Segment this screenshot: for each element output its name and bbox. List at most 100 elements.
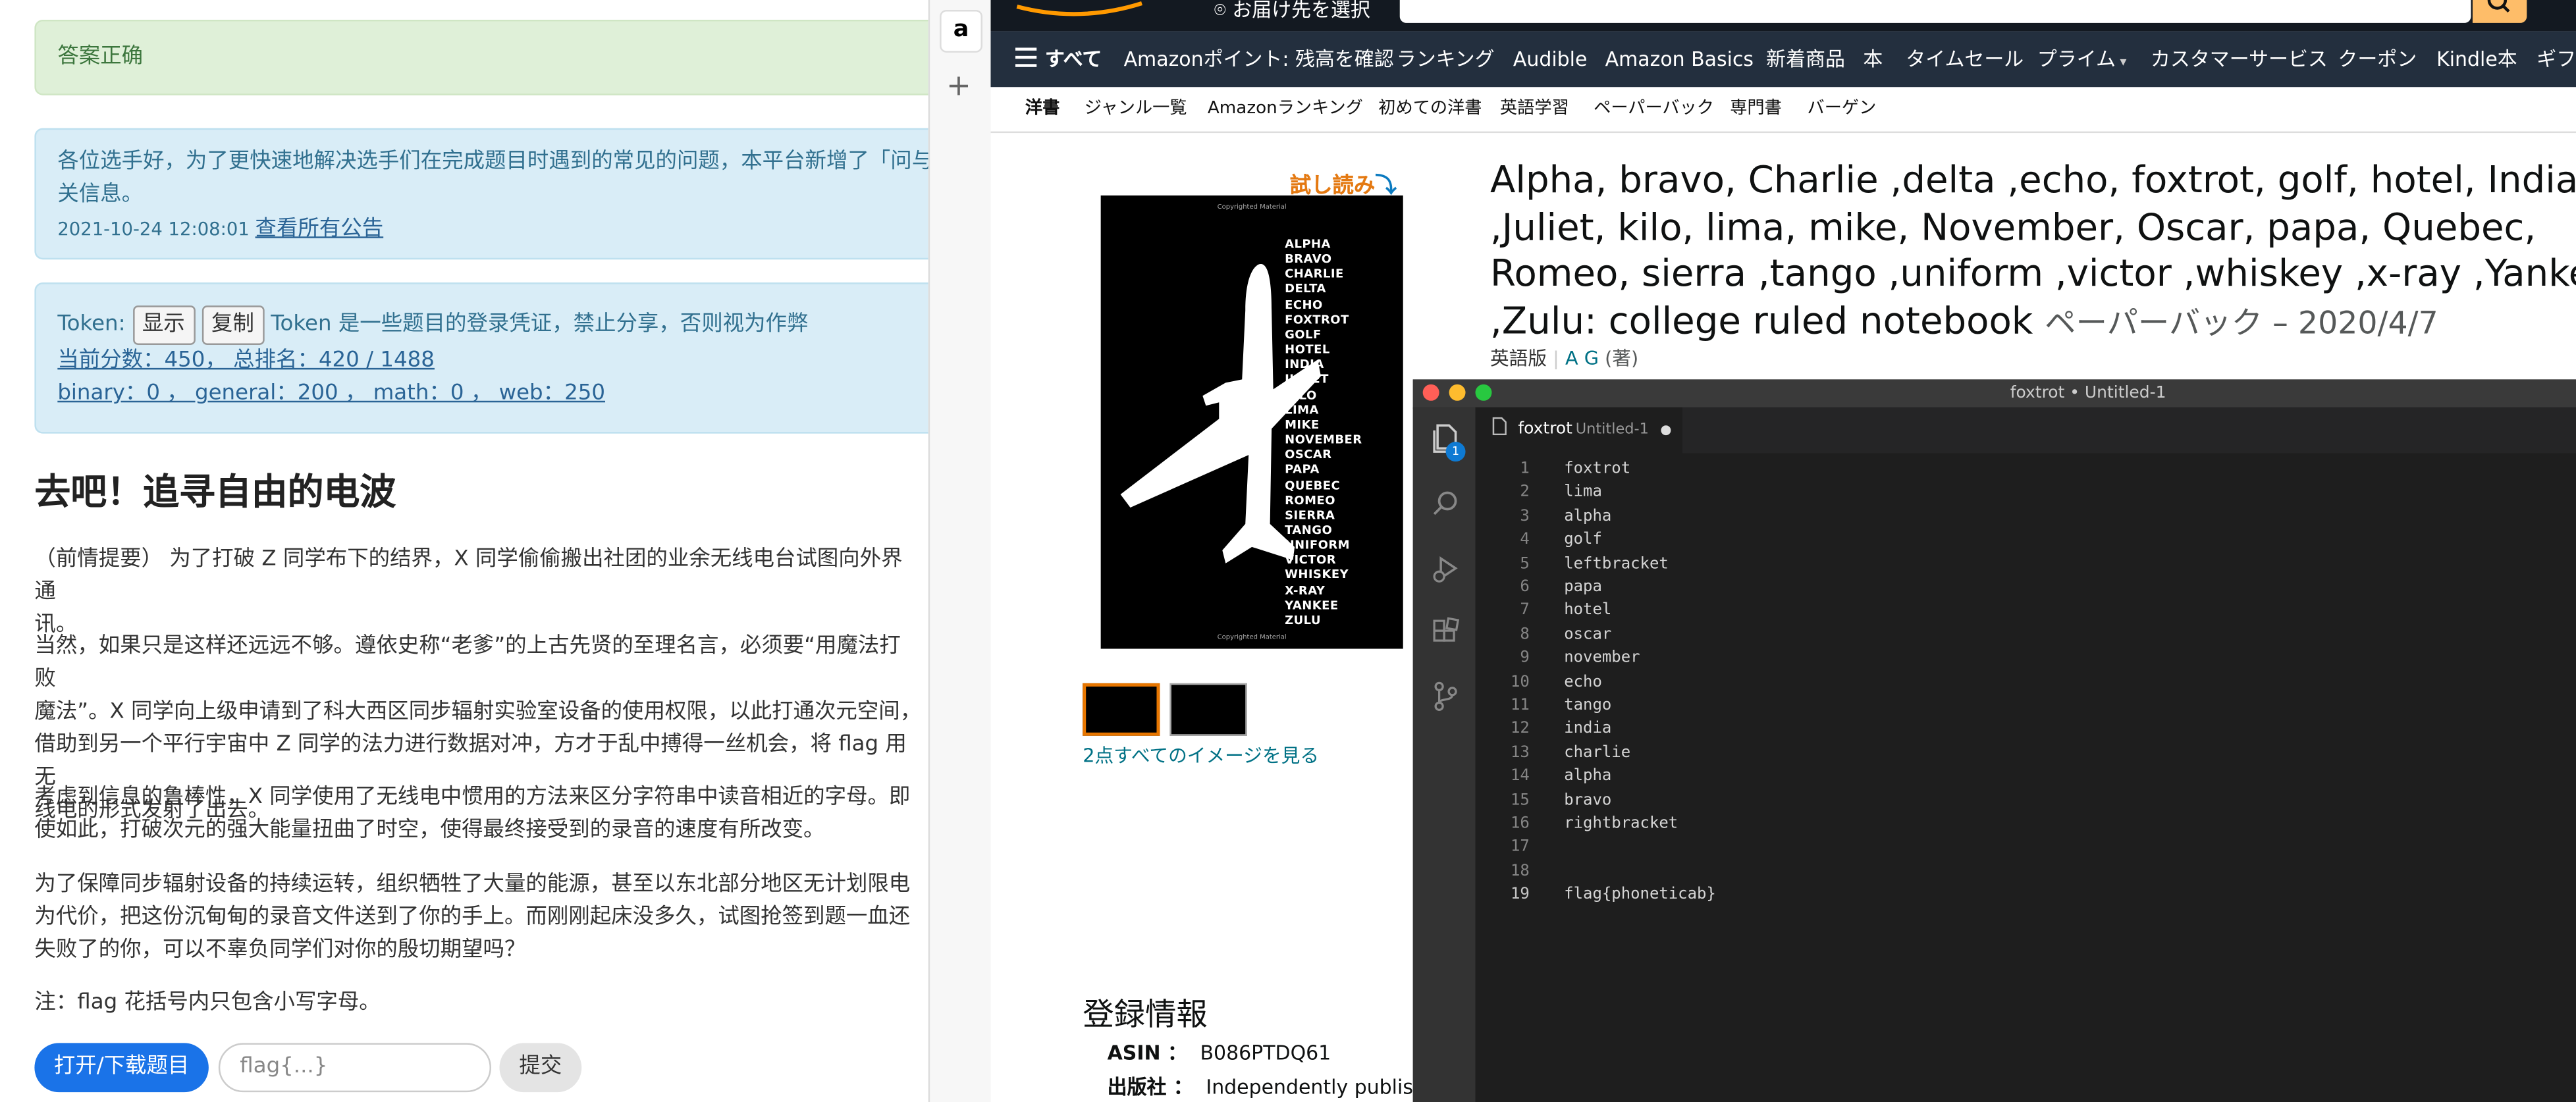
show-token-button[interactable]: 显示 bbox=[132, 305, 195, 345]
registration-info-heading: 登録情報 bbox=[1083, 997, 1208, 1034]
para-line: 失败了的你，可以不辜负同学们对你的殷切期望吗？ bbox=[34, 937, 526, 963]
unsaved-badge: 1 bbox=[1445, 442, 1466, 462]
nav-customer-service[interactable]: カスタマーサービス bbox=[2151, 31, 2328, 87]
nav-ranking[interactable]: ランキング bbox=[1397, 31, 1495, 87]
copy-token-button[interactable]: 复制 bbox=[201, 305, 264, 345]
thumbnail-2[interactable] bbox=[1169, 683, 1247, 736]
line-number: 3 bbox=[1520, 507, 1530, 525]
line-number: 6 bbox=[1520, 578, 1530, 596]
submit-button[interactable]: 提交 bbox=[499, 1043, 582, 1093]
notice-text: 各位选手好，为了更快速地解决选手们在完成题目时遇到的常见的问题，本平台新增了「问… bbox=[57, 149, 928, 174]
amazon-logo[interactable] bbox=[1013, 0, 1178, 26]
amazon-tab-icon[interactable]: a bbox=[940, 9, 983, 53]
asin-label: ASIN ： bbox=[1107, 1041, 1187, 1064]
code-line[interactable]: november bbox=[1564, 649, 1640, 667]
line-number: 9 bbox=[1520, 648, 1530, 668]
subnav-bargain[interactable]: バーゲン bbox=[1807, 87, 1876, 131]
cover-word: FOXTROT bbox=[1285, 311, 1349, 327]
all-notices-link[interactable]: 查看所有公告 bbox=[255, 217, 384, 241]
subnav-genres[interactable]: ジャンル一覧 bbox=[1085, 87, 1187, 131]
category-scores-link[interactable]: binary：0 ， general：200 ， math：0 ， web：25… bbox=[57, 378, 928, 411]
download-challenge-button[interactable]: 打开/下载题目 bbox=[34, 1043, 209, 1093]
code-line[interactable]: golf bbox=[1564, 531, 1602, 548]
cover-word: YANKEE bbox=[1285, 597, 1339, 613]
para-line: 考虑到信息的鲁棒性，X 同学使用了无线电中惯用的方法来区分字符串中读音相近的字母… bbox=[34, 785, 911, 810]
try-read-link[interactable]: 試し読み⤵ bbox=[1290, 167, 1397, 198]
nav-timesale[interactable]: タイムセール bbox=[1906, 31, 2024, 87]
cover-word: UNIFORM bbox=[1285, 537, 1350, 552]
code-line[interactable]: oscar bbox=[1564, 625, 1611, 643]
code-line[interactable]: flag{phoneticab} bbox=[1564, 885, 1716, 903]
code-area[interactable]: 1 foxtrot 2 lima 3 alpha 4 golf 5 leftbracket 6 pap… bbox=[1476, 454, 2576, 1102]
asin-row: ASIN ： B086PTDQ61 bbox=[1108, 1038, 1331, 1066]
para-line: （前情提要） 为了打破 Z 同学布下的结界，X 同学偷偷搬出社团的业余无线电台试… bbox=[34, 546, 903, 605]
line-number: 2 bbox=[1520, 483, 1530, 502]
code-line[interactable]: lima bbox=[1564, 484, 1602, 502]
score-link[interactable]: 当前分数：450， 总排名：420 / 1488 bbox=[57, 345, 928, 378]
para-line: 魔法”。X 同学向上级申请到了科大西区同步辐射实验室设备的使用权限，以此打通次元… bbox=[34, 699, 922, 725]
search-icon[interactable] bbox=[1430, 488, 1462, 521]
code-line[interactable]: bravo bbox=[1564, 791, 1611, 809]
title-line: Romeo, sierra ,tango ,uniform ,victor ,w… bbox=[1489, 253, 2576, 296]
nav-kindle[interactable]: Kindle本 bbox=[2436, 31, 2517, 87]
editor-tab-foxtrot[interactable]: foxtrot Untitled-1 bbox=[1475, 407, 1682, 454]
all-images-link[interactable]: 2点すべてのイメージを見る bbox=[1083, 743, 1319, 769]
code-line[interactable]: foxtrot bbox=[1564, 460, 1630, 478]
product-title: Alpha, bravo, Charlie ,delta ,echo, foxt… bbox=[1490, 158, 2576, 347]
cover-word: ALPHA bbox=[1285, 236, 1331, 251]
line-number: 8 bbox=[1520, 625, 1530, 644]
code-line[interactable]: charlie bbox=[1564, 744, 1630, 762]
line-number: 15 bbox=[1510, 791, 1530, 810]
publisher-label: 出版社 ： bbox=[1107, 1076, 1193, 1099]
search-input[interactable] bbox=[1399, 0, 2471, 23]
nav-new-releases[interactable]: 新着商品 bbox=[1766, 31, 1845, 87]
subnav-specialist[interactable]: 専門書 bbox=[1730, 87, 1782, 131]
subnav-english-learning[interactable]: 英語学習 bbox=[1500, 87, 1569, 131]
code-line[interactable]: papa bbox=[1564, 578, 1602, 596]
cover-word: ECHO bbox=[1285, 296, 1323, 312]
subnav-western-books[interactable]: 洋書 bbox=[1025, 87, 1060, 131]
nav-prime[interactable]: プライム ▾ bbox=[2037, 31, 2127, 90]
title-line: ,Zulu: college ruled notebook bbox=[1489, 300, 2033, 343]
subnav-paperback[interactable]: ペーパーバック bbox=[1594, 87, 1714, 131]
book-cover[interactable]: Copyrighted Material ALPHA BRAVO CHARLIE DE… bbox=[1100, 195, 1403, 649]
code-line[interactable]: hotel bbox=[1564, 602, 1611, 619]
nav-gift[interactable]: ギフ bbox=[2536, 31, 2576, 87]
editor-title-bar: foxtrot • Untitled-1 bbox=[1412, 379, 2576, 409]
cover-word: OSCAR bbox=[1285, 447, 1332, 462]
cover-word: MIKE bbox=[1285, 417, 1320, 432]
hamburger-menu-icon[interactable] bbox=[1015, 31, 1037, 87]
cover-word: NOVEMBER bbox=[1285, 432, 1362, 447]
books-subnav: 洋書 ジャンル一覧 Amazonランキング 初めての洋書 英語学習 ペーパーバッ… bbox=[990, 87, 2576, 134]
language-label: 英語版 bbox=[1489, 346, 1547, 370]
code-line[interactable]: alpha bbox=[1564, 507, 1611, 525]
nav-points[interactable]: Amazonポイント: 残高を確認 bbox=[1124, 31, 1394, 87]
search-icon[interactable] bbox=[2472, 0, 2527, 23]
token-alert: Token: 显示 复制 Token 是一些题目的登录凭证，禁止分享，否则视为作… bbox=[34, 282, 928, 434]
nav-all[interactable]: すべて bbox=[1045, 31, 1102, 87]
subnav-ranking[interactable]: Amazonランキング bbox=[1208, 87, 1363, 131]
nav-audible[interactable]: Audible bbox=[1513, 31, 1588, 87]
code-line[interactable]: rightbracket bbox=[1564, 815, 1678, 833]
nav-amazon-basics[interactable]: Amazon Basics bbox=[1605, 31, 1754, 87]
extensions-icon[interactable] bbox=[1430, 616, 1462, 649]
subnav-first-western[interactable]: 初めての洋書 bbox=[1378, 87, 1482, 131]
deliver-to[interactable]: ⌾ お届け先を選択 bbox=[1214, 0, 1370, 23]
code-line[interactable]: india bbox=[1564, 720, 1611, 738]
nav-coupons[interactable]: クーポン bbox=[2338, 31, 2417, 87]
publisher-row: 出版社 ： Independently published bbox=[1108, 1072, 1451, 1100]
flag-input[interactable]: flag{...} bbox=[218, 1043, 492, 1093]
para-line: 为了保障同步辐射设备的持续运转，组织牺牲了大量的能源，甚至以东北部分地区无计划限… bbox=[34, 872, 911, 897]
thumbnail-1[interactable] bbox=[1083, 683, 1160, 736]
code-line[interactable]: tango bbox=[1564, 696, 1611, 714]
author-link[interactable]: A G bbox=[1565, 346, 1599, 369]
run-debug-icon[interactable] bbox=[1430, 552, 1462, 585]
code-line[interactable]: alpha bbox=[1564, 768, 1611, 785]
code-line[interactable]: echo bbox=[1564, 673, 1602, 691]
unsaved-dot-icon[interactable] bbox=[1661, 425, 1671, 436]
code-line[interactable]: leftbracket bbox=[1564, 554, 1669, 572]
new-tab-button[interactable]: + bbox=[946, 69, 971, 103]
nav-books[interactable]: 本 bbox=[1863, 31, 1883, 87]
challenge-para: 考虑到信息的鲁棒性，X 同学使用了无线电中惯用的方法来区分字符串中读音相近的字母… bbox=[34, 782, 921, 848]
source-control-icon[interactable] bbox=[1430, 680, 1462, 713]
